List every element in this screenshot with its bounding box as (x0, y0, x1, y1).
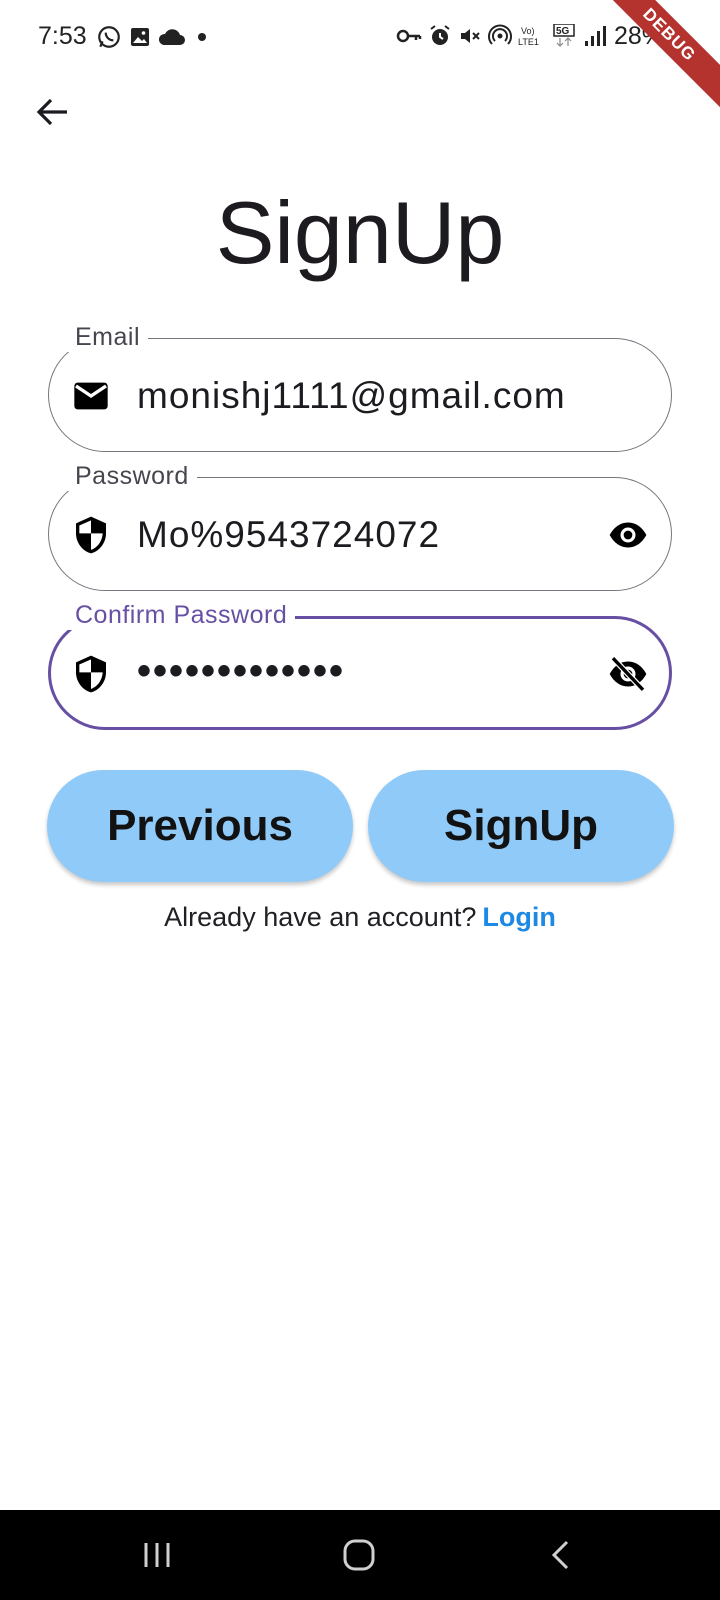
signal-icon (584, 24, 606, 48)
confirm-password-value: ••••••••••••• (137, 649, 346, 693)
status-left-icons (96, 24, 212, 50)
5g-icon: 5G (552, 24, 578, 48)
login-prompt-text: Already have an account? (164, 902, 477, 932)
arrow-back-icon (35, 97, 69, 127)
back-nav-button[interactable] (531, 1532, 591, 1578)
recent-apps-button[interactable] (127, 1532, 187, 1578)
shield-icon (71, 515, 111, 560)
confirm-password-field[interactable]: Confirm Password ••••••••••••• (48, 601, 672, 730)
svg-text:5G: 5G (556, 26, 570, 37)
whatsapp-icon (96, 24, 122, 50)
svg-text:LTE1: LTE1 (518, 37, 539, 47)
signup-button[interactable]: SignUp (368, 770, 674, 882)
hotspot-icon (488, 24, 512, 48)
svg-text:Vo): Vo) (521, 26, 535, 36)
eye-off-icon[interactable] (607, 654, 649, 699)
email-field[interactable]: Email monishj1111@gmail.com (48, 323, 672, 452)
mail-icon (71, 376, 111, 421)
vpn-key-icon (396, 24, 422, 48)
password-label: Password (67, 462, 197, 491)
alarm-icon (428, 24, 452, 48)
email-value: monishj1111@gmail.com (137, 375, 566, 416)
gallery-icon (128, 25, 152, 49)
back-chevron-icon (549, 1539, 573, 1571)
navigation-bar (0, 1510, 720, 1600)
back-button[interactable] (30, 90, 74, 134)
home-button[interactable] (329, 1532, 389, 1578)
email-label: Email (67, 323, 149, 352)
login-link[interactable]: Login (482, 902, 555, 932)
status-time: 7:53 (38, 22, 87, 50)
recent-apps-icon (142, 1540, 172, 1570)
status-right-icons: Vo) LTE1 5G (396, 24, 606, 48)
eye-icon[interactable] (607, 515, 649, 560)
previous-button[interactable]: Previous (47, 770, 353, 882)
page-title: SignUp (215, 183, 505, 282)
login-prompt: Already have an account? Login (0, 902, 720, 933)
volte-icon: Vo) LTE1 (518, 24, 546, 48)
cloud-icon (158, 26, 186, 48)
password-field[interactable]: Password Mo%9543724072 (48, 462, 672, 591)
confirm-password-label: Confirm Password (67, 601, 296, 630)
password-value: Mo%9543724072 (137, 514, 441, 555)
mute-icon (458, 24, 482, 48)
status-bar: 7:53 Vo) LTE1 5G 28% (0, 0, 720, 76)
dot-icon (192, 27, 212, 47)
shield-icon (71, 654, 111, 699)
home-icon (342, 1538, 376, 1572)
